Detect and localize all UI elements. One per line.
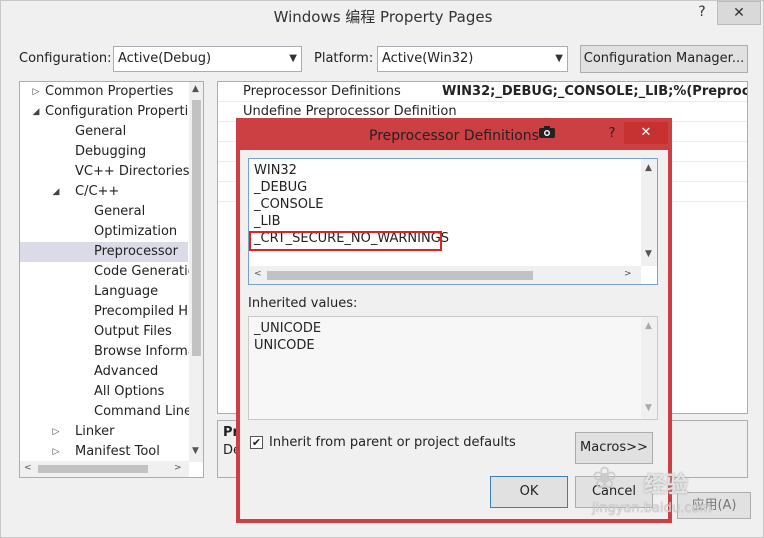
tree-item-label: Advanced <box>94 364 159 379</box>
property-value[interactable]: WIN32;_DEBUG;_CONSOLE;_LIB;%(Preprocesso… <box>442 82 747 102</box>
tree-item-label: VC++ Directories <box>75 164 190 179</box>
tree-item[interactable]: All Options <box>20 382 188 402</box>
tree-item[interactable]: ▷ Common Properties <box>20 82 188 102</box>
tree-horizontal-thumb[interactable] <box>38 465 148 473</box>
tree-item-label: Code Generation <box>94 264 204 279</box>
tree-item[interactable]: Precompiled Headers <box>20 302 203 322</box>
tree-item-label: All Options <box>94 384 165 399</box>
scroll-down-icon[interactable]: ▼ <box>645 249 652 259</box>
dialog-close-button[interactable]: ✕ <box>624 122 668 144</box>
chevron-down-icon: ▼ <box>289 53 297 64</box>
expand-icon[interactable]: ▷ <box>30 82 42 102</box>
window-title: Windows 编程 Property Pages <box>273 8 493 26</box>
tree-horizontal-scrollbar[interactable]: < > <box>20 461 189 477</box>
tree-item-label: Preprocessor <box>94 244 178 259</box>
scroll-up-icon[interactable]: ▲ <box>192 84 199 94</box>
scroll-down-icon[interactable]: ▼ <box>645 403 652 413</box>
tree-item[interactable]: Code Generation <box>20 262 203 282</box>
collapse-icon[interactable]: ◢ <box>30 102 42 122</box>
scroll-up-icon[interactable]: ▲ <box>645 321 652 331</box>
tree-item[interactable]: Command Line <box>20 402 192 422</box>
tree-item[interactable]: General <box>20 202 188 222</box>
scroll-right-icon[interactable]: > <box>174 463 182 473</box>
scroll-down-icon[interactable]: ▼ <box>192 446 199 456</box>
property-tree: ▷ Common Properties ◢ Configuration Propert… <box>19 81 204 478</box>
platform-select[interactable]: Active(Win32) ▼ <box>377 46 568 72</box>
tree-item-label: Debugging <box>75 144 147 159</box>
tree-item[interactable]: ▷ Linker <box>20 422 188 442</box>
inherit-checkbox-label[interactable]: Inherit from parent or project defaults <box>269 435 516 450</box>
tree-item[interactable]: Debugging <box>20 142 188 162</box>
platform-value: Active(Win32) <box>382 51 474 66</box>
property-name: Preprocessor Definitions <box>243 84 401 99</box>
tree-item-label: General <box>75 124 127 139</box>
preprocessor-definitions-dialog: Preprocessor Definitions ? ✕ WIN32 _DEBU… <box>236 118 672 523</box>
definitions-edit-box[interactable]: WIN32 _DEBUG _CONSOLE _LIB _CRT_SECURE_N… <box>248 158 658 285</box>
definition-line: _LIB <box>254 214 281 229</box>
configuration-value: Active(Debug) <box>118 51 212 66</box>
tree-vertical-scrollbar[interactable]: ▲ ▼ <box>189 82 203 462</box>
dialog-title-bar[interactable]: Preprocessor Definitions ? ✕ <box>240 122 668 150</box>
close-button[interactable]: ✕ <box>717 1 761 25</box>
tree-item-label: Manifest Tool <box>75 444 160 459</box>
configuration-manager-button[interactable]: Configuration Manager... <box>580 45 748 73</box>
scroll-up-icon[interactable]: ▲ <box>645 163 652 173</box>
tree-item[interactable]: Browse Information <box>20 342 203 362</box>
scroll-left-icon[interactable]: < <box>24 463 32 473</box>
apply-button[interactable]: 应用(A) <box>677 492 751 519</box>
tree-item-label: General <box>94 204 146 219</box>
collapse-icon[interactable]: ◢ <box>50 182 62 202</box>
tree-item-label: Language <box>94 284 159 299</box>
inherited-value: UNICODE <box>254 338 315 353</box>
tree-item-label: Command Line <box>94 404 193 419</box>
tree-item[interactable]: ◢ C/C++ <box>20 182 188 202</box>
dialog-help-button[interactable]: ? <box>600 122 624 146</box>
inherited-values-label: Inherited values: <box>248 296 358 311</box>
edit-horizontal-thumb[interactable] <box>267 271 533 280</box>
help-button[interactable]: ? <box>689 1 715 25</box>
configuration-select[interactable]: Active(Debug) ▼ <box>113 46 302 72</box>
definition-line: _CONSOLE <box>254 197 324 212</box>
configuration-label: Configuration: <box>19 51 112 66</box>
tree-item-label: Common Properties <box>45 84 174 99</box>
camera-icon <box>539 126 555 138</box>
platform-label: Platform: <box>314 51 374 66</box>
scroll-right-icon[interactable]: > <box>624 269 632 279</box>
tree-item-label: Configuration Properties <box>45 104 203 119</box>
tree-item[interactable]: ◢ Configuration Properties <box>20 102 203 122</box>
tree-item[interactable]: Preprocessor <box>20 242 188 262</box>
inherited-vertical-scrollbar[interactable]: ▲ ▼ <box>641 317 657 419</box>
tree-vertical-thumb[interactable] <box>192 100 201 356</box>
tree-item[interactable]: Language <box>20 282 188 302</box>
chevron-down-icon: ▼ <box>555 53 563 64</box>
tree-item[interactable]: Optimization <box>20 222 188 242</box>
inherit-checkbox[interactable]: ✔ <box>250 436 263 449</box>
edit-horizontal-scrollbar[interactable]: < > <box>249 266 641 284</box>
grid-row[interactable]: Preprocessor Definitions WIN32;_DEBUG;_C… <box>218 82 747 102</box>
tree-item-label: Output Files <box>94 324 172 339</box>
cancel-button[interactable]: Cancel <box>575 476 653 508</box>
inherited-values-box: _UNICODE UNICODE ▲ ▼ <box>248 316 658 420</box>
expand-icon[interactable]: ▷ <box>50 422 62 442</box>
tree-item-label: Precompiled Headers <box>94 304 203 319</box>
definition-line: WIN32 <box>254 163 297 178</box>
definition-line: _DEBUG <box>254 180 308 195</box>
tree-item-label: Optimization <box>94 224 178 239</box>
expand-icon[interactable]: ▷ <box>50 442 62 462</box>
tree-item[interactable]: ▷ Manifest Tool <box>20 442 188 462</box>
tree-item-label: Linker <box>75 424 115 439</box>
highlight-box <box>249 231 442 251</box>
tree-item-label: C/C++ <box>75 184 120 199</box>
tree-item[interactable]: Advanced <box>20 362 188 382</box>
inherited-value: _UNICODE <box>254 321 322 336</box>
edit-vertical-scrollbar[interactable]: ▲ ▼ <box>641 159 657 266</box>
tree-item[interactable]: VC++ Directories <box>20 162 190 182</box>
ok-button[interactable]: OK <box>490 476 568 508</box>
macros-button[interactable]: Macros>> <box>575 432 653 464</box>
tree-item-label: Browse Information <box>94 344 203 359</box>
tree-item[interactable]: General <box>20 122 188 142</box>
scroll-left-icon[interactable]: < <box>254 269 262 279</box>
tree-item[interactable]: Output Files <box>20 322 188 342</box>
